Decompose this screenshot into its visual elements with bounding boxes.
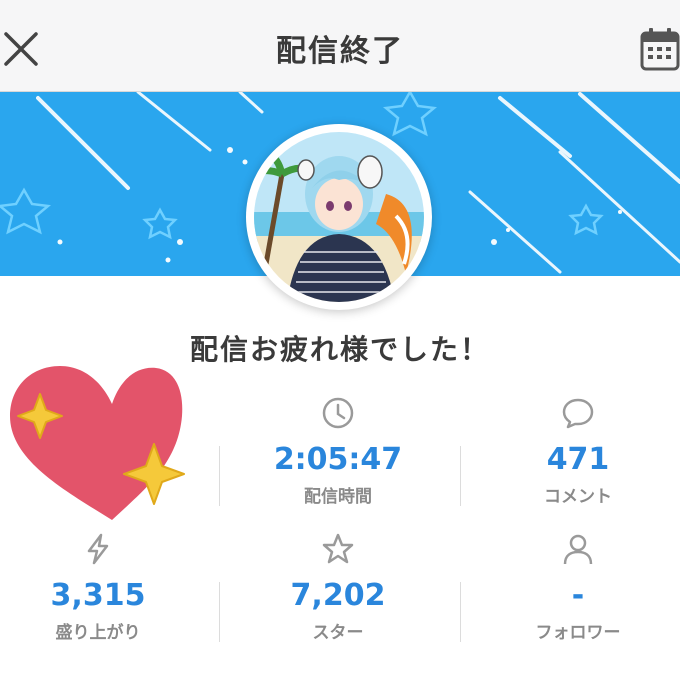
stat-divider — [460, 446, 461, 506]
stat-divider — [460, 582, 461, 642]
lightning-icon — [87, 533, 109, 565]
stat-duration: 2:05:47 配信時間 — [238, 396, 438, 507]
person-icon — [563, 534, 593, 565]
calendar-icon[interactable] — [640, 26, 680, 72]
stat-label: コメント — [544, 487, 612, 507]
stat-followers: - フォロワー — [478, 532, 678, 643]
stat-label: 配信時間 — [304, 487, 372, 507]
stat-value: 2:05:47 — [273, 442, 403, 477]
comment-icon — [562, 398, 594, 429]
sparkling-heart-sticker — [10, 366, 185, 520]
top-bar: 配信終了 — [0, 0, 680, 92]
stat-value: - — [571, 578, 585, 613]
clock-icon — [322, 397, 354, 429]
stat-value: 471 — [546, 442, 610, 477]
stat-excitement: 3,315 盛り上がり — [0, 532, 198, 643]
star-icon — [322, 533, 354, 564]
stat-value: 7,202 — [290, 578, 386, 613]
stat-label: スター — [312, 623, 364, 643]
page-title: 配信終了 — [276, 34, 404, 69]
stat-divider — [219, 582, 220, 642]
avatar-illustration — [254, 132, 424, 302]
stat-value: 3,315 — [50, 578, 146, 613]
stat-divider — [219, 446, 220, 506]
stat-comments: 471 コメント — [478, 396, 678, 507]
stat-label: フォロワー — [535, 623, 621, 643]
avatar — [246, 124, 432, 310]
stat-stars: 7,202 スター — [238, 532, 438, 643]
stat-label: 盛り上がり — [55, 623, 141, 643]
